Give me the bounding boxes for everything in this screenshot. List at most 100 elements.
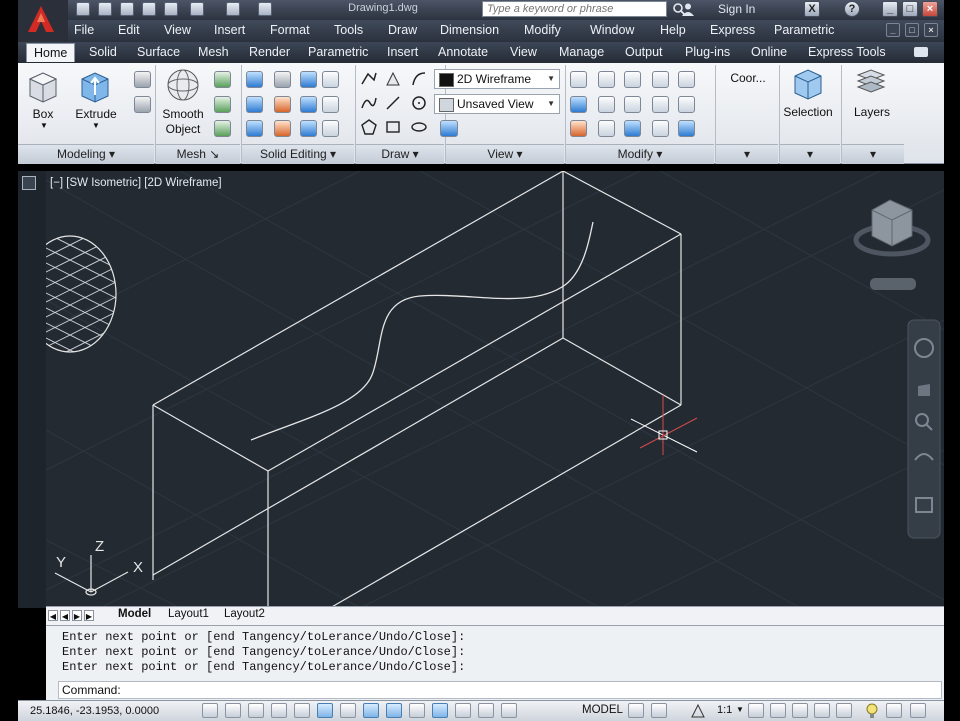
menu-tools[interactable]: Tools xyxy=(334,23,363,37)
copy-icon[interactable] xyxy=(624,120,641,137)
status-bar-menu-icon[interactable] xyxy=(886,703,902,718)
trim-icon[interactable] xyxy=(678,71,695,88)
menu-modify[interactable]: Modify xyxy=(524,23,561,37)
tab-render[interactable]: Render xyxy=(249,45,290,59)
extrude-button-label[interactable]: Extrude xyxy=(74,107,118,121)
tab-parametric[interactable]: Parametric xyxy=(308,45,368,59)
slice-icon[interactable] xyxy=(274,71,291,88)
tab-annotate[interactable]: Annotate xyxy=(438,45,488,59)
object-snap-tracking-icon[interactable] xyxy=(363,703,379,718)
menu-file[interactable]: File xyxy=(74,23,94,37)
menu-draw[interactable]: Draw xyxy=(388,23,417,37)
workspace-switching-icon[interactable] xyxy=(792,703,808,718)
fillet-edge-icon[interactable] xyxy=(322,120,339,137)
imprint-icon[interactable] xyxy=(274,120,291,137)
spline-curve[interactable] xyxy=(250,221,594,441)
intersect-icon[interactable] xyxy=(246,120,263,137)
move-icon[interactable] xyxy=(624,71,641,88)
quick-properties-icon[interactable] xyxy=(478,703,494,718)
search-input[interactable] xyxy=(482,1,667,17)
box-icon[interactable] xyxy=(26,69,60,103)
interfere-icon[interactable] xyxy=(274,96,291,113)
polyline-icon[interactable] xyxy=(360,70,378,88)
tab-view[interactable]: View xyxy=(510,45,537,59)
panel-selection-footer[interactable]: ▾ xyxy=(780,144,840,164)
doc-restore-button[interactable]: □ xyxy=(905,23,919,37)
tab-mesh[interactable]: Mesh xyxy=(198,45,229,59)
tab-home[interactable]: Home xyxy=(26,43,76,62)
tab-manage[interactable]: Manage xyxy=(559,45,604,59)
exchange-button[interactable]: X xyxy=(804,1,820,17)
annotation-scale-icon[interactable] xyxy=(690,703,706,718)
coordinates-readout[interactable]: 25.1846, -23.1953, 0.0000 xyxy=(30,705,159,717)
panel-solid-editing[interactable]: Solid Editing ▾ xyxy=(242,144,354,164)
polygon-icon[interactable] xyxy=(360,118,378,136)
array-icon[interactable] xyxy=(652,71,669,88)
next-layout-button[interactable]: ▶ xyxy=(72,610,82,621)
circle-icon[interactable] xyxy=(410,94,428,112)
first-layout-button[interactable]: ◀ xyxy=(48,610,58,621)
stretch-icon[interactable] xyxy=(652,120,669,137)
menu-parametric[interactable]: Parametric xyxy=(774,23,834,37)
tab-solid[interactable]: Solid xyxy=(89,45,117,59)
save-icon[interactable] xyxy=(120,2,134,16)
smooth-object-label-2[interactable]: Object xyxy=(156,122,210,136)
grid-display-icon[interactable] xyxy=(248,703,264,718)
last-layout-button[interactable]: ▶ xyxy=(84,610,94,621)
tab-model[interactable]: Model xyxy=(118,608,151,620)
help-button[interactable]: ? xyxy=(844,1,860,17)
erase-icon[interactable] xyxy=(570,120,587,137)
menu-help[interactable]: Help xyxy=(660,23,686,37)
smooth-object-label-1[interactable]: Smooth xyxy=(156,107,210,121)
quick-view-drawings-icon[interactable] xyxy=(651,703,667,718)
menu-insert[interactable]: Insert xyxy=(214,23,245,37)
menu-edit[interactable]: Edit xyxy=(118,23,140,37)
layers-icon[interactable] xyxy=(856,67,886,99)
smooth-object-icon[interactable] xyxy=(165,67,201,103)
mesh-smooth-more-icon[interactable] xyxy=(214,71,231,88)
polygon-fill-icon[interactable] xyxy=(384,70,402,88)
user-icon[interactable] xyxy=(681,2,695,16)
box-dropdown-icon[interactable]: ▼ xyxy=(40,121,48,130)
fillet-icon[interactable] xyxy=(678,96,695,113)
transparency-icon[interactable] xyxy=(455,703,471,718)
visual-style-dropdown[interactable]: 2D Wireframe ▼ xyxy=(434,69,560,89)
application-menu-button[interactable] xyxy=(18,0,68,42)
hardware-acceleration-icon[interactable] xyxy=(864,703,880,719)
viewcube[interactable] xyxy=(853,199,931,290)
named-view-dropdown[interactable]: Unsaved View ▼ xyxy=(434,94,560,114)
panel-draw[interactable]: Draw ▾ xyxy=(356,144,444,164)
panel-coordinates-footer[interactable]: ▾ xyxy=(716,144,778,164)
model-space-button[interactable]: MODEL xyxy=(582,704,623,716)
menu-express[interactable]: Express xyxy=(710,23,755,37)
rotate-icon[interactable] xyxy=(624,96,641,113)
doc-close-button[interactable]: × xyxy=(924,23,938,37)
close-button[interactable]: × xyxy=(922,1,938,17)
menu-view[interactable]: View xyxy=(164,23,191,37)
new-icon[interactable] xyxy=(76,2,90,16)
solid-history-icon[interactable] xyxy=(322,71,339,88)
menu-dimension[interactable]: Dimension xyxy=(440,23,499,37)
quick-access-dropdown-icon[interactable] xyxy=(258,2,272,16)
tab-output[interactable]: Output xyxy=(625,45,663,59)
align-icon[interactable] xyxy=(570,96,587,113)
rotate-3d-icon[interactable] xyxy=(598,71,615,88)
3d-object-snap-icon[interactable] xyxy=(340,703,356,718)
offset-icon[interactable] xyxy=(652,96,669,113)
menu-window[interactable]: Window xyxy=(590,23,634,37)
extrude-icon[interactable] xyxy=(78,69,112,103)
array-rect-icon[interactable] xyxy=(678,120,695,137)
wcs-menu-icon[interactable] xyxy=(870,278,916,290)
extract-edges-icon[interactable] xyxy=(300,71,317,88)
shell-icon[interactable] xyxy=(322,96,339,113)
polysolid-icon[interactable] xyxy=(134,71,151,88)
drawing-viewport[interactable]: Y Z X xyxy=(46,171,944,608)
dynamic-ucs-icon[interactable] xyxy=(386,703,402,718)
tab-layout2[interactable]: Layout2 xyxy=(224,608,265,620)
ribbon-minimize-icon[interactable] xyxy=(914,47,928,57)
dynamic-input-icon[interactable] xyxy=(409,703,425,718)
viewport-controls-label[interactable]: [−] [SW Isometric] [2D Wireframe] xyxy=(50,177,222,189)
panel-layers-footer[interactable]: ▾ xyxy=(842,144,904,164)
navigation-bar[interactable] xyxy=(907,319,941,539)
tab-express-tools[interactable]: Express Tools xyxy=(808,45,886,59)
